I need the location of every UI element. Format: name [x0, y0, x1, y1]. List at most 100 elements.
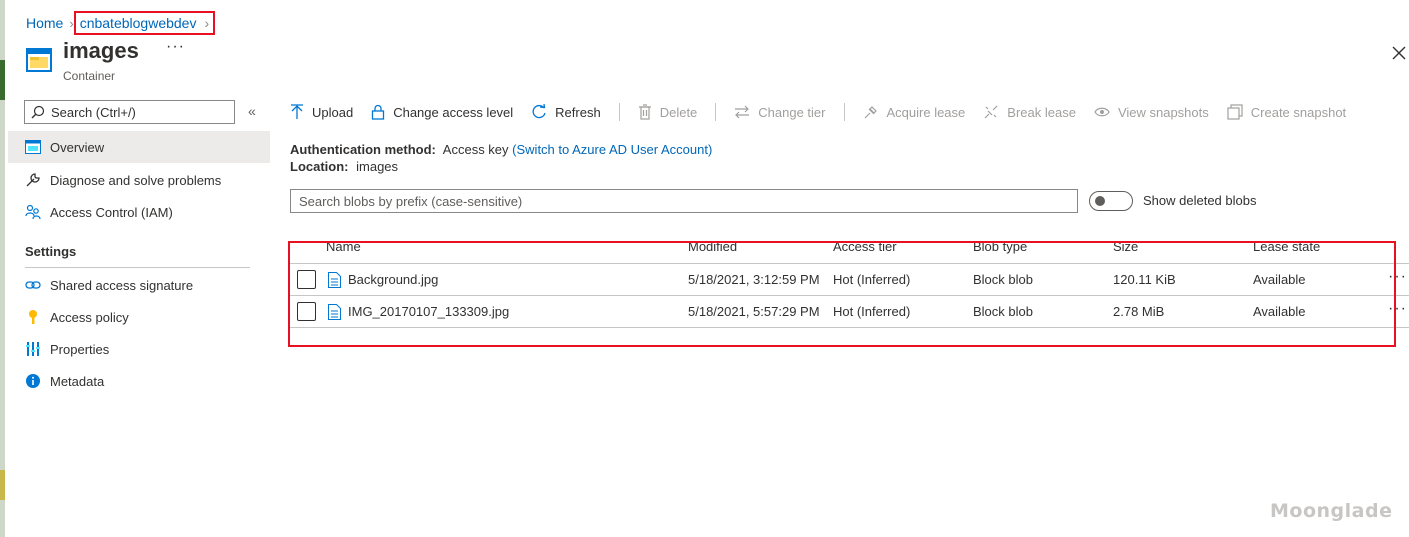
sidebar-item-metadata[interactable]: Metadata	[8, 365, 270, 397]
breadcrumb-current-label: cnbateblogwebdev	[79, 15, 197, 31]
container-icon	[26, 48, 52, 72]
row-checkbox[interactable]	[297, 302, 316, 321]
lock-icon	[372, 104, 385, 120]
location-line: Location: images	[290, 159, 398, 174]
snapshot-icon	[1227, 104, 1243, 120]
auth-method-line: Authentication method: Access key (Switc…	[290, 142, 712, 157]
delete-label: Delete	[659, 104, 698, 120]
blob-name[interactable]: Background.jpg	[348, 272, 438, 287]
close-icon[interactable]	[1390, 44, 1408, 62]
info-icon	[24, 372, 42, 390]
link-icon	[24, 276, 42, 294]
refresh-icon	[532, 104, 546, 119]
container-overview-icon	[24, 138, 42, 156]
sidebar-item-label: Shared access signature	[50, 277, 194, 293]
wrench-icon	[24, 171, 42, 189]
sidebar-item-label: Metadata	[50, 373, 105, 389]
search-icon	[31, 105, 45, 119]
toolbar-divider	[618, 103, 620, 121]
row-checkbox[interactable]	[297, 270, 316, 289]
toolbar-divider	[715, 103, 717, 121]
table-row[interactable]: Background.jpg 5/18/2021, 3:12:59 PM Hot…	[290, 264, 1409, 296]
column-header-name[interactable]: Name	[326, 239, 361, 254]
blob-access-tier: Hot (Inferred)	[833, 272, 911, 287]
blob-prefix-input[interactable]	[299, 193, 1059, 209]
background-window-edge	[0, 0, 5, 537]
auth-method-value: Access key	[442, 142, 509, 157]
blob-modified: 5/18/2021, 5:57:29 PM	[688, 304, 820, 319]
sidebar-item-access-policy[interactable]: Access policy	[8, 301, 270, 333]
toolbar-divider	[843, 103, 845, 121]
file-icon	[328, 272, 341, 288]
sidebar-item-label: Diagnose and solve problems	[50, 172, 222, 188]
settings-header: Settings	[25, 244, 77, 259]
change-tier-button[interactable]: Change tier	[734, 104, 826, 120]
sidebar-search-input[interactable]	[51, 104, 221, 120]
change-access-level-button[interactable]: Change access level	[371, 104, 513, 120]
location-label: Location:	[290, 159, 349, 174]
show-deleted-toggle[interactable]	[1089, 191, 1133, 211]
broken-link-icon	[984, 105, 998, 119]
switch-auth-link[interactable]: (Switch to Azure AD User Account)	[512, 142, 712, 157]
blob-size: 120.11 KiB	[1113, 272, 1176, 287]
change-tier-label: Change tier	[758, 104, 826, 120]
delete-button[interactable]: Delete	[638, 104, 698, 120]
file-icon	[328, 304, 341, 320]
acquire-lease-label: Acquire lease	[886, 104, 966, 120]
blob-modified: 5/18/2021, 3:12:59 PM	[688, 272, 820, 287]
sidebar-item-properties[interactable]: Properties	[8, 333, 270, 365]
show-deleted-label: Show deleted blobs	[1143, 193, 1257, 208]
swap-arrows-icon	[735, 105, 750, 119]
breadcrumb-home[interactable]: Home	[26, 15, 63, 31]
chevron-right-icon: ›	[204, 15, 210, 31]
blob-prefix-search[interactable]	[290, 189, 1078, 213]
column-header-modified[interactable]: Modified	[688, 239, 737, 254]
page-title: images	[63, 38, 139, 63]
location-value: images	[356, 159, 399, 174]
blob-lease-state: Available	[1253, 272, 1306, 287]
command-bar: Upload Change access level Refresh Delet…	[290, 100, 1364, 124]
row-more-icon[interactable]: ···	[1388, 268, 1407, 286]
collapse-sidebar-icon[interactable]: «	[248, 103, 256, 119]
column-header-access-tier[interactable]: Access tier	[833, 239, 897, 254]
refresh-label: Refresh	[555, 104, 601, 120]
sidebar-item-sas[interactable]: Shared access signature	[8, 269, 270, 301]
table-row[interactable]: IMG_20170107_133309.jpg 5/18/2021, 5:57:…	[290, 296, 1409, 328]
blob-access-tier: Hot (Inferred)	[833, 304, 911, 319]
blob-size: 2.78 MiB	[1113, 304, 1165, 319]
column-header-size[interactable]: Size	[1113, 239, 1138, 254]
auth-method-label: Authentication method:	[290, 142, 436, 157]
divider	[25, 267, 250, 268]
blob-type: Block blob	[973, 304, 1033, 319]
link-lease-icon	[864, 106, 877, 119]
sidebar-item-label: Access Control (IAM)	[50, 204, 173, 220]
sidebar-item-diagnose[interactable]: Diagnose and solve problems	[8, 164, 270, 196]
trash-icon	[638, 104, 651, 120]
column-header-blob-type[interactable]: Blob type	[973, 239, 1027, 254]
sidebar-item-label: Properties	[50, 341, 110, 357]
eye-icon	[1094, 107, 1110, 117]
breadcrumb-storage-account[interactable]: cnbateblogwebdev ›	[73, 11, 216, 35]
sidebar-search[interactable]	[24, 100, 235, 124]
blob-type: Block blob	[973, 272, 1033, 287]
change-access-level-label: Change access level	[393, 104, 514, 120]
create-snapshot-button[interactable]: Create snapshot	[1227, 104, 1346, 120]
watermark: Moonglade	[1270, 500, 1393, 522]
view-snapshots-label: View snapshots	[1117, 104, 1209, 120]
properties-icon	[24, 340, 42, 358]
column-header-lease-state[interactable]: Lease state	[1253, 239, 1320, 254]
acquire-lease-button[interactable]: Acquire lease	[863, 104, 966, 120]
sidebar-item-label: Access policy	[50, 309, 129, 325]
sidebar-item-overview[interactable]: Overview	[8, 131, 270, 163]
page-subtitle: Container	[63, 69, 116, 83]
upload-button[interactable]: Upload	[290, 104, 353, 120]
more-options-icon[interactable]: ···	[166, 38, 185, 56]
refresh-button[interactable]: Refresh	[531, 104, 601, 120]
row-more-icon[interactable]: ···	[1388, 300, 1407, 318]
sidebar-item-iam[interactable]: Access Control (IAM)	[8, 196, 270, 228]
break-lease-button[interactable]: Break lease	[983, 104, 1076, 120]
view-snapshots-button[interactable]: View snapshots	[1094, 105, 1209, 120]
break-lease-label: Break lease	[1007, 104, 1076, 120]
blob-name[interactable]: IMG_20170107_133309.jpg	[348, 304, 509, 319]
key-icon	[24, 308, 42, 326]
